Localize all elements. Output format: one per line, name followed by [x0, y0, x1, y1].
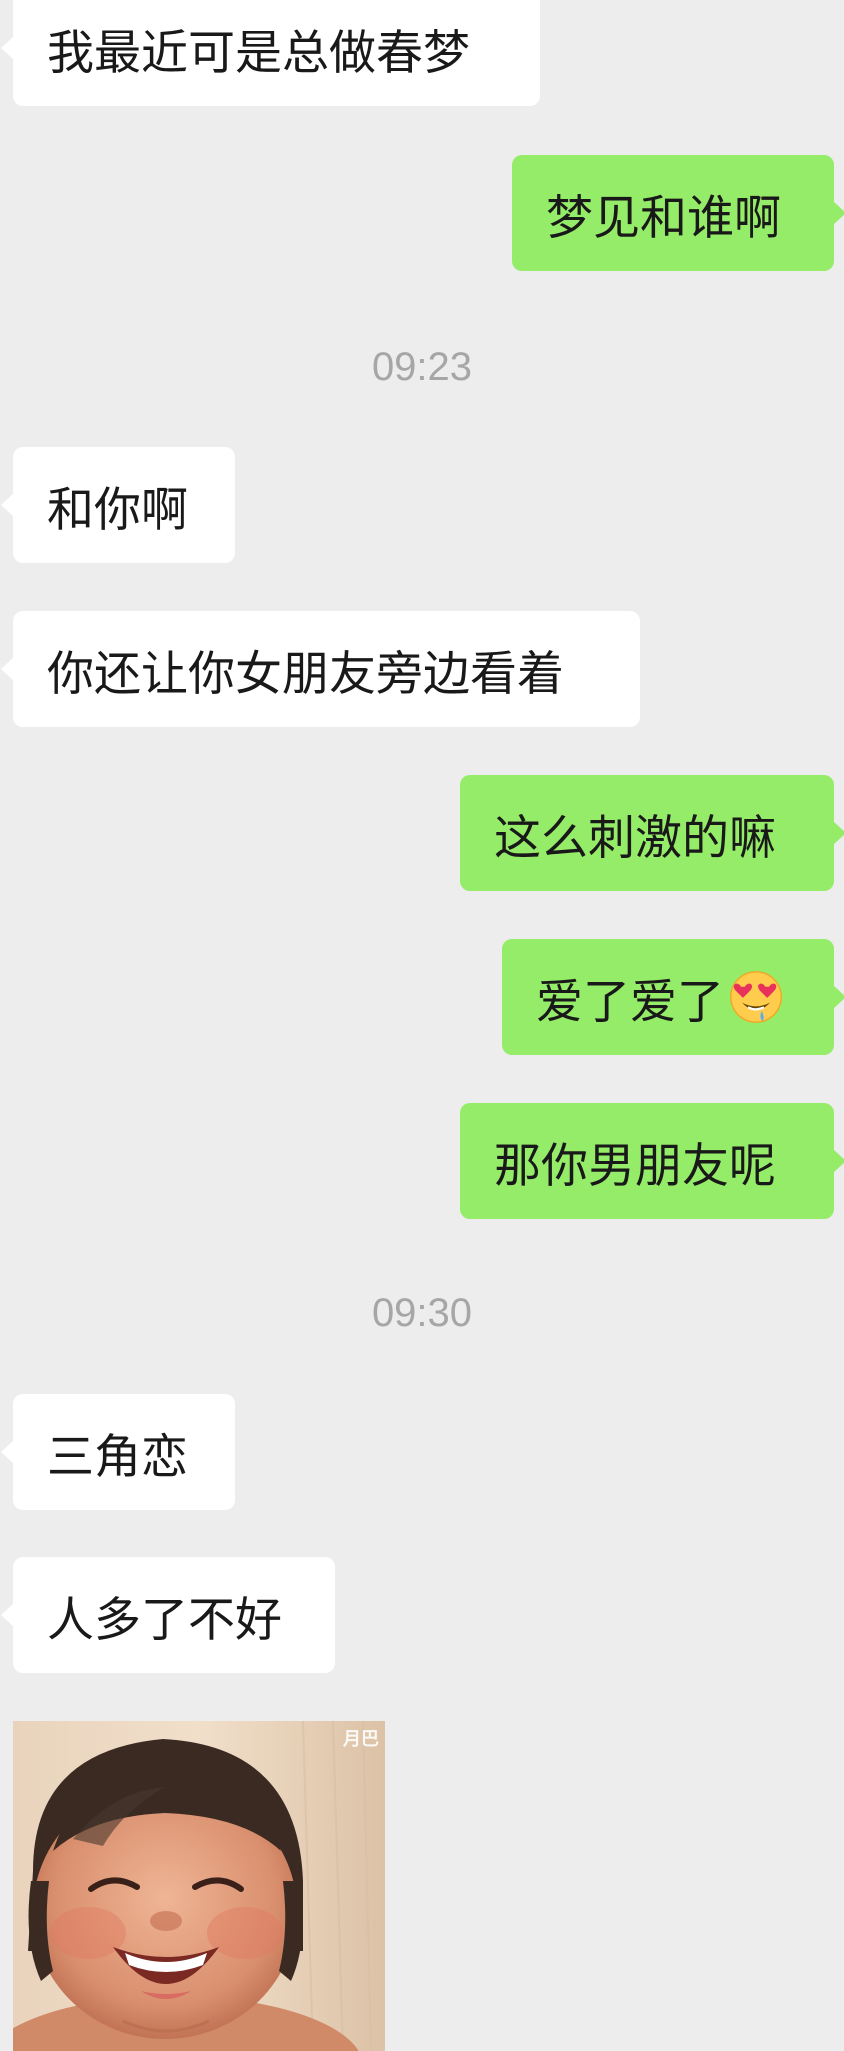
- baby-face-image: [13, 1721, 385, 2051]
- incoming-message[interactable]: 三角恋: [1, 1394, 235, 1510]
- laughing-baby-sticker[interactable]: 月巴: [13, 1721, 385, 2051]
- outgoing-message[interactable]: 梦见和谁啊: [512, 155, 844, 271]
- heart-eyes-drooling-icon: [730, 971, 782, 1023]
- message-text: 爱了爱了: [536, 974, 724, 1030]
- message-text: 那你男朋友呢: [494, 1138, 776, 1194]
- timestamp: 09:23: [371, 345, 473, 389]
- sticker-watermark: 月巴: [343, 1729, 379, 1750]
- message-text: 三角恋: [47, 1429, 188, 1485]
- message-text: 人多了不好: [47, 1592, 282, 1648]
- timestamp: 09:30: [371, 1291, 473, 1335]
- message-text: 这么刺激的嘛: [494, 810, 776, 866]
- outgoing-message[interactable]: 那你男朋友呢: [460, 1103, 844, 1219]
- message-text: 你还让你女朋友旁边看着: [47, 646, 564, 702]
- incoming-message[interactable]: 和你啊: [1, 447, 235, 563]
- incoming-message[interactable]: 你还让你女朋友旁边看着: [1, 611, 640, 727]
- message-text: 我最近可是总做春梦: [47, 25, 470, 81]
- outgoing-message[interactable]: 爱了爱了: [502, 939, 844, 1055]
- incoming-message[interactable]: 人多了不好: [1, 1557, 335, 1673]
- outgoing-message[interactable]: 这么刺激的嘛: [460, 775, 844, 891]
- message-text: 梦见和谁啊: [546, 190, 781, 246]
- incoming-message[interactable]: 我最近可是总做春梦: [1, 0, 540, 106]
- message-text: 和你啊: [47, 482, 188, 538]
